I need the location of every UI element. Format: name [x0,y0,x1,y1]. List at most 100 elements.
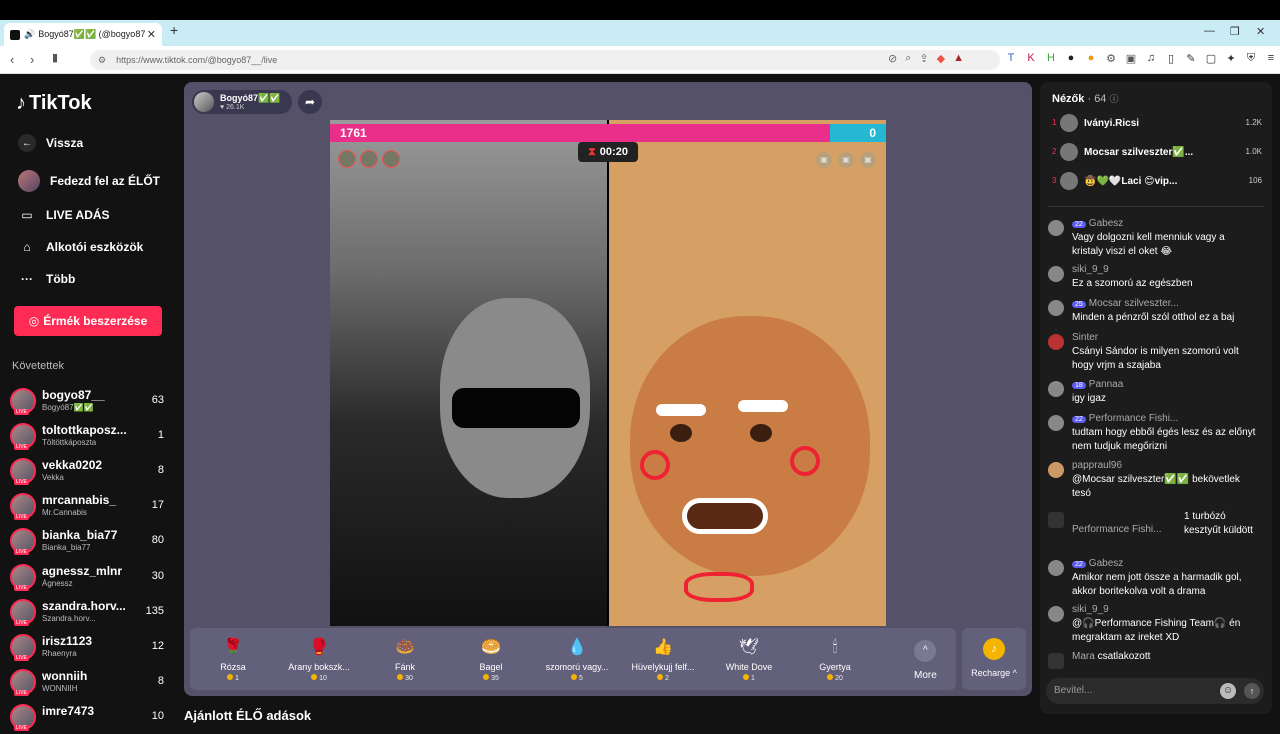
ext-color-icon[interactable]: ● [1085,52,1097,65]
following-item[interactable]: LIVE vekka0202 Vekka 8 [10,456,168,488]
gift-item[interactable]: 💧 szomorú vagy... 5 [534,628,620,690]
following-item[interactable]: LIVE bogyo87__ Bogyó87✅✅ 63 [10,386,168,418]
nav-live[interactable]: ▭ LIVE ADÁS [18,206,109,224]
no-tracking-icon[interactable]: ⊘ [888,52,897,65]
chat-message[interactable]: 25 Mocsar szilveszter... Minden a pénzről… [1048,298,1264,323]
close-window-icon[interactable]: ✕ [1256,25,1265,38]
avatar [1048,560,1064,576]
music-icon[interactable]: ♫ [1145,52,1157,65]
share-icon[interactable]: ⇪ [919,52,928,65]
gift-item[interactable]: 🕯 Gyertya 20 [792,628,878,690]
translate-icon[interactable]: T [1005,52,1017,65]
new-tab-icon[interactable]: + [170,22,178,38]
minimize-icon[interactable]: — [1204,25,1215,37]
maximize-icon[interactable]: ❐ [1230,25,1240,38]
vpn-icon[interactable]: ⛨ [1245,52,1257,65]
chat-message[interactable]: Sinter Csányi Sándor is milyen szomorú v… [1048,332,1264,371]
following-item[interactable]: LIVE irisz1123 Rhaenyra 12 [10,632,168,664]
live-video[interactable]: 1761 0 ⧗ 00:20 ▣ ▣ ▣ [330,120,886,626]
zoom-icon[interactable]: ⌕ [905,52,911,65]
chat-user[interactable]: siki_9_9 [1072,264,1109,275]
get-coins-button[interactable]: ◎ Érmék beszerzése [14,306,162,336]
chat-text: @🎧Performance Fishing Team🎧 én megraktam… [1072,618,1241,643]
bookmark-icon[interactable]: ▮ [52,51,58,64]
chat-user[interactable]: siki_9_9 [1072,604,1109,615]
gift-item[interactable]: 🕊 White Dove 1 [706,628,792,690]
brave-shield-icon[interactable]: ◆ [937,52,945,65]
following-name: bianka_bia77 [42,528,118,542]
sidebar-icon[interactable]: ▯ [1165,52,1177,65]
chat-user[interactable]: 22 Gabesz [1072,218,1123,229]
top-viewer[interactable]: 1 Iványi.Ricsi 1.2K [1052,112,1262,134]
top-gifter-avatar[interactable] [338,150,356,168]
back-nav-item[interactable]: ← Vissza [18,134,83,152]
nav-more[interactable]: ··· Több [18,270,75,288]
chat-message[interactable]: siki_9_9 Ez a szomorú az egészben [1048,264,1264,289]
send-arrow-icon[interactable]: ↑ [1244,683,1260,699]
following-item[interactable]: LIVE imre7473 10 [10,702,168,734]
host-info[interactable]: Bogyó87✅✅ ♥ 26.1K [192,90,292,114]
gift-item[interactable]: 👍 Hüvelykujj felf... 2 [620,628,706,690]
gift-item[interactable]: 🍩 Fánk 30 [362,628,448,690]
ai-icon[interactable]: ✦ [1225,52,1237,65]
nav-explore-live[interactable]: Fedezd fel az ÉLŐT [18,170,160,192]
chat-message[interactable]: siki_9_9 @🎧Performance Fishing Team🎧 én … [1048,604,1264,643]
top-viewer[interactable]: 3 🤠💚🤍Laci 😊vip... 106 [1052,170,1262,192]
gift-item[interactable]: 🌹 Rózsa 1 [190,628,276,690]
rewards-icon[interactable]: ▲ [953,52,964,65]
top-viewer[interactable]: 2 Mocsar szilveszter✅... 1.0K [1052,141,1262,163]
chat-user[interactable]: Performance Fishi... [1072,524,1161,535]
tiktok-favicon-icon [10,29,20,40]
following-item[interactable]: LIVE toltottkaposz... Töltöttkáposzta 1 [10,421,168,453]
share-button[interactable]: ➦ [298,90,322,114]
site-info-icon[interactable]: ⚙ [98,55,106,66]
browser-tab[interactable]: 🔊 Bogyó87✅✅ (@bogyo87 ✕ [4,23,162,46]
close-tab-icon[interactable]: ✕ [147,28,156,41]
k-extension-icon[interactable]: K [1025,52,1037,65]
following-item[interactable]: LIVE bianka_bia77 Bianka_bia77 80 [10,526,168,558]
viewer-count: 10 [151,710,164,722]
ext-gear-icon[interactable]: ⚙ [1105,52,1117,65]
nav-label: Fedezd fel az ÉLŐT [50,174,161,188]
viewers-header[interactable]: Nézők · 64 ⓘ [1052,92,1119,105]
nav-creator-tools[interactable]: ⌂ Alkotói eszközök [18,238,143,256]
recharge-button[interactable]: ♪ Recharge ^ [962,628,1026,690]
gift-item[interactable]: 🥯 Bagel 35 [448,628,534,690]
more-gifts-button[interactable]: ^ More [914,640,937,681]
chat-gift-message[interactable]: Performance Fishi... 1 turbózó kesztyűt … [1048,510,1264,552]
ext-box-icon[interactable]: ▣ [1125,52,1137,65]
info-icon[interactable]: ⓘ [1110,94,1119,104]
avatar: LIVE [10,599,36,626]
score-bar-right: 0 [830,124,886,142]
back-arrow-icon[interactable]: ‹ [10,52,14,67]
chat-message[interactable]: 18 Pannaa igy igaz [1048,379,1264,404]
chat-user[interactable]: 22 Gabesz [1072,558,1123,569]
chat-user[interactable]: Mara csatlakozott [1072,651,1150,662]
top-gifter-avatar[interactable] [382,150,400,168]
chat-user[interactable]: Sinter [1072,332,1098,343]
forward-arrow-icon[interactable]: › [30,52,34,67]
top-gifter-avatar[interactable] [360,150,378,168]
tiktok-logo[interactable]: ♪ TikTok [16,92,92,115]
chat-message[interactable]: 22 Gabesz Amikor nem jott össze a harmadi… [1048,558,1264,597]
wallet-icon[interactable]: ▢ [1205,52,1217,65]
chat-user[interactable]: 25 Mocsar szilveszter... [1072,298,1179,309]
chat-message[interactable]: 22 Gabesz Vagy dolgozni kell menniuk vagy… [1048,218,1264,257]
chat-message[interactable]: pappraul96 @Mocsar szilveszter✅✅ bekövet… [1048,460,1264,499]
dove-icon: 🕊 [738,639,760,656]
following-item[interactable]: LIVE mrcannabis_ Mr.Cannabis 17 [10,491,168,523]
chat-user[interactable]: 18 Pannaa [1072,379,1123,390]
ext-dark-icon[interactable]: ● [1065,52,1077,65]
following-item[interactable]: LIVE wonniih WONNIIH 8 [10,667,168,699]
chat-user[interactable]: 22 Performance Fishi... [1072,413,1178,424]
gift-item[interactable]: 🥊 Arany bokszk... 10 [276,628,362,690]
chat-message[interactable]: 22 Performance Fishi... tudtam hogy ebből… [1048,413,1264,452]
menu-icon[interactable]: ≡ [1265,52,1277,65]
following-item[interactable]: LIVE agnessz_mlnr Ágnessz 30 [10,562,168,594]
emoji-icon[interactable]: ☺ [1220,683,1236,699]
url-input[interactable]: ⚙ https://www.tiktok.com/@bogyo87__/live [90,50,1000,70]
chat-user[interactable]: pappraul96 [1072,460,1122,471]
his-extension-icon[interactable]: H [1045,52,1057,65]
extensions-icon[interactable]: ✎ [1185,52,1197,65]
following-item[interactable]: LIVE szandra.horv... Szandra.horv... 135 [10,597,168,629]
